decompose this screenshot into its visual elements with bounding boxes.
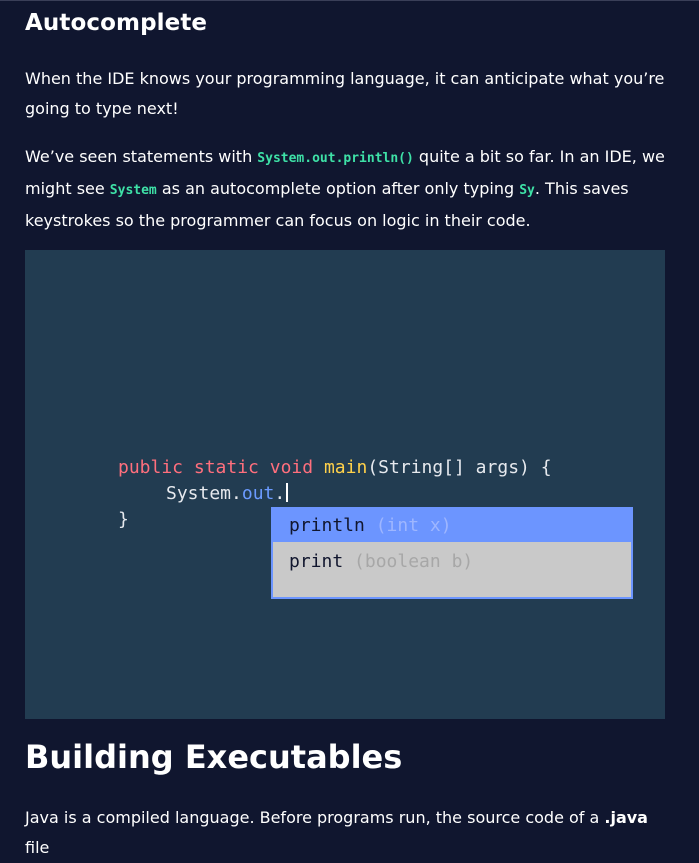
code-line-2: System.out. <box>166 481 289 507</box>
text-segment: We’ve seen statements with <box>25 147 258 166</box>
top-divider <box>0 0 699 1</box>
function-name-main: main <box>323 457 368 478</box>
autocomplete-option-println[interactable]: println (int x) <box>273 509 631 542</box>
code-params: (String[] args) { <box>367 457 552 478</box>
section-heading-autocomplete: Autocomplete <box>25 10 208 36</box>
paragraph-autocomplete-example: We’ve seen statements with System.out.pr… <box>25 142 670 236</box>
inline-code-system: System <box>109 183 157 198</box>
section-heading-building-executables: Building Executables <box>25 738 403 776</box>
paragraph-compiled-language: Java is a compiled language. Before prog… <box>25 803 670 863</box>
code-line-3: } <box>118 509 129 530</box>
code-property-out: out <box>241 483 275 504</box>
inline-code-sy: Sy <box>519 183 535 198</box>
keyword-static: static <box>193 457 259 478</box>
option-name: print <box>289 551 344 572</box>
code-line-1: public static void main(String[] args) { <box>118 455 552 481</box>
keyword-public: public <box>118 457 184 478</box>
option-name: println <box>289 515 365 536</box>
paragraph-intro: When the IDE knows your programming lang… <box>25 69 665 118</box>
text-segment: Java is a compiled language. Before prog… <box>25 808 605 827</box>
autocomplete-popup: println (int x) print (boolean b) <box>271 507 633 599</box>
option-signature: (boolean b) <box>354 551 474 572</box>
code-object: System. <box>166 483 242 504</box>
text-cursor <box>286 483 289 502</box>
autocomplete-illustration: public static void main(String[] args) {… <box>25 250 665 719</box>
bold-java-extension: .java <box>604 808 648 827</box>
inline-code-system-out-println: System.out.println() <box>257 151 414 166</box>
autocomplete-option-print[interactable]: print (boolean b) <box>273 545 631 578</box>
keyword-void: void <box>269 457 314 478</box>
option-signature: (int x) <box>375 515 452 536</box>
text-segment: file <box>25 838 50 857</box>
code-dot: . <box>274 483 286 504</box>
text-segment: as an autocomplete option after only typ… <box>156 179 520 198</box>
